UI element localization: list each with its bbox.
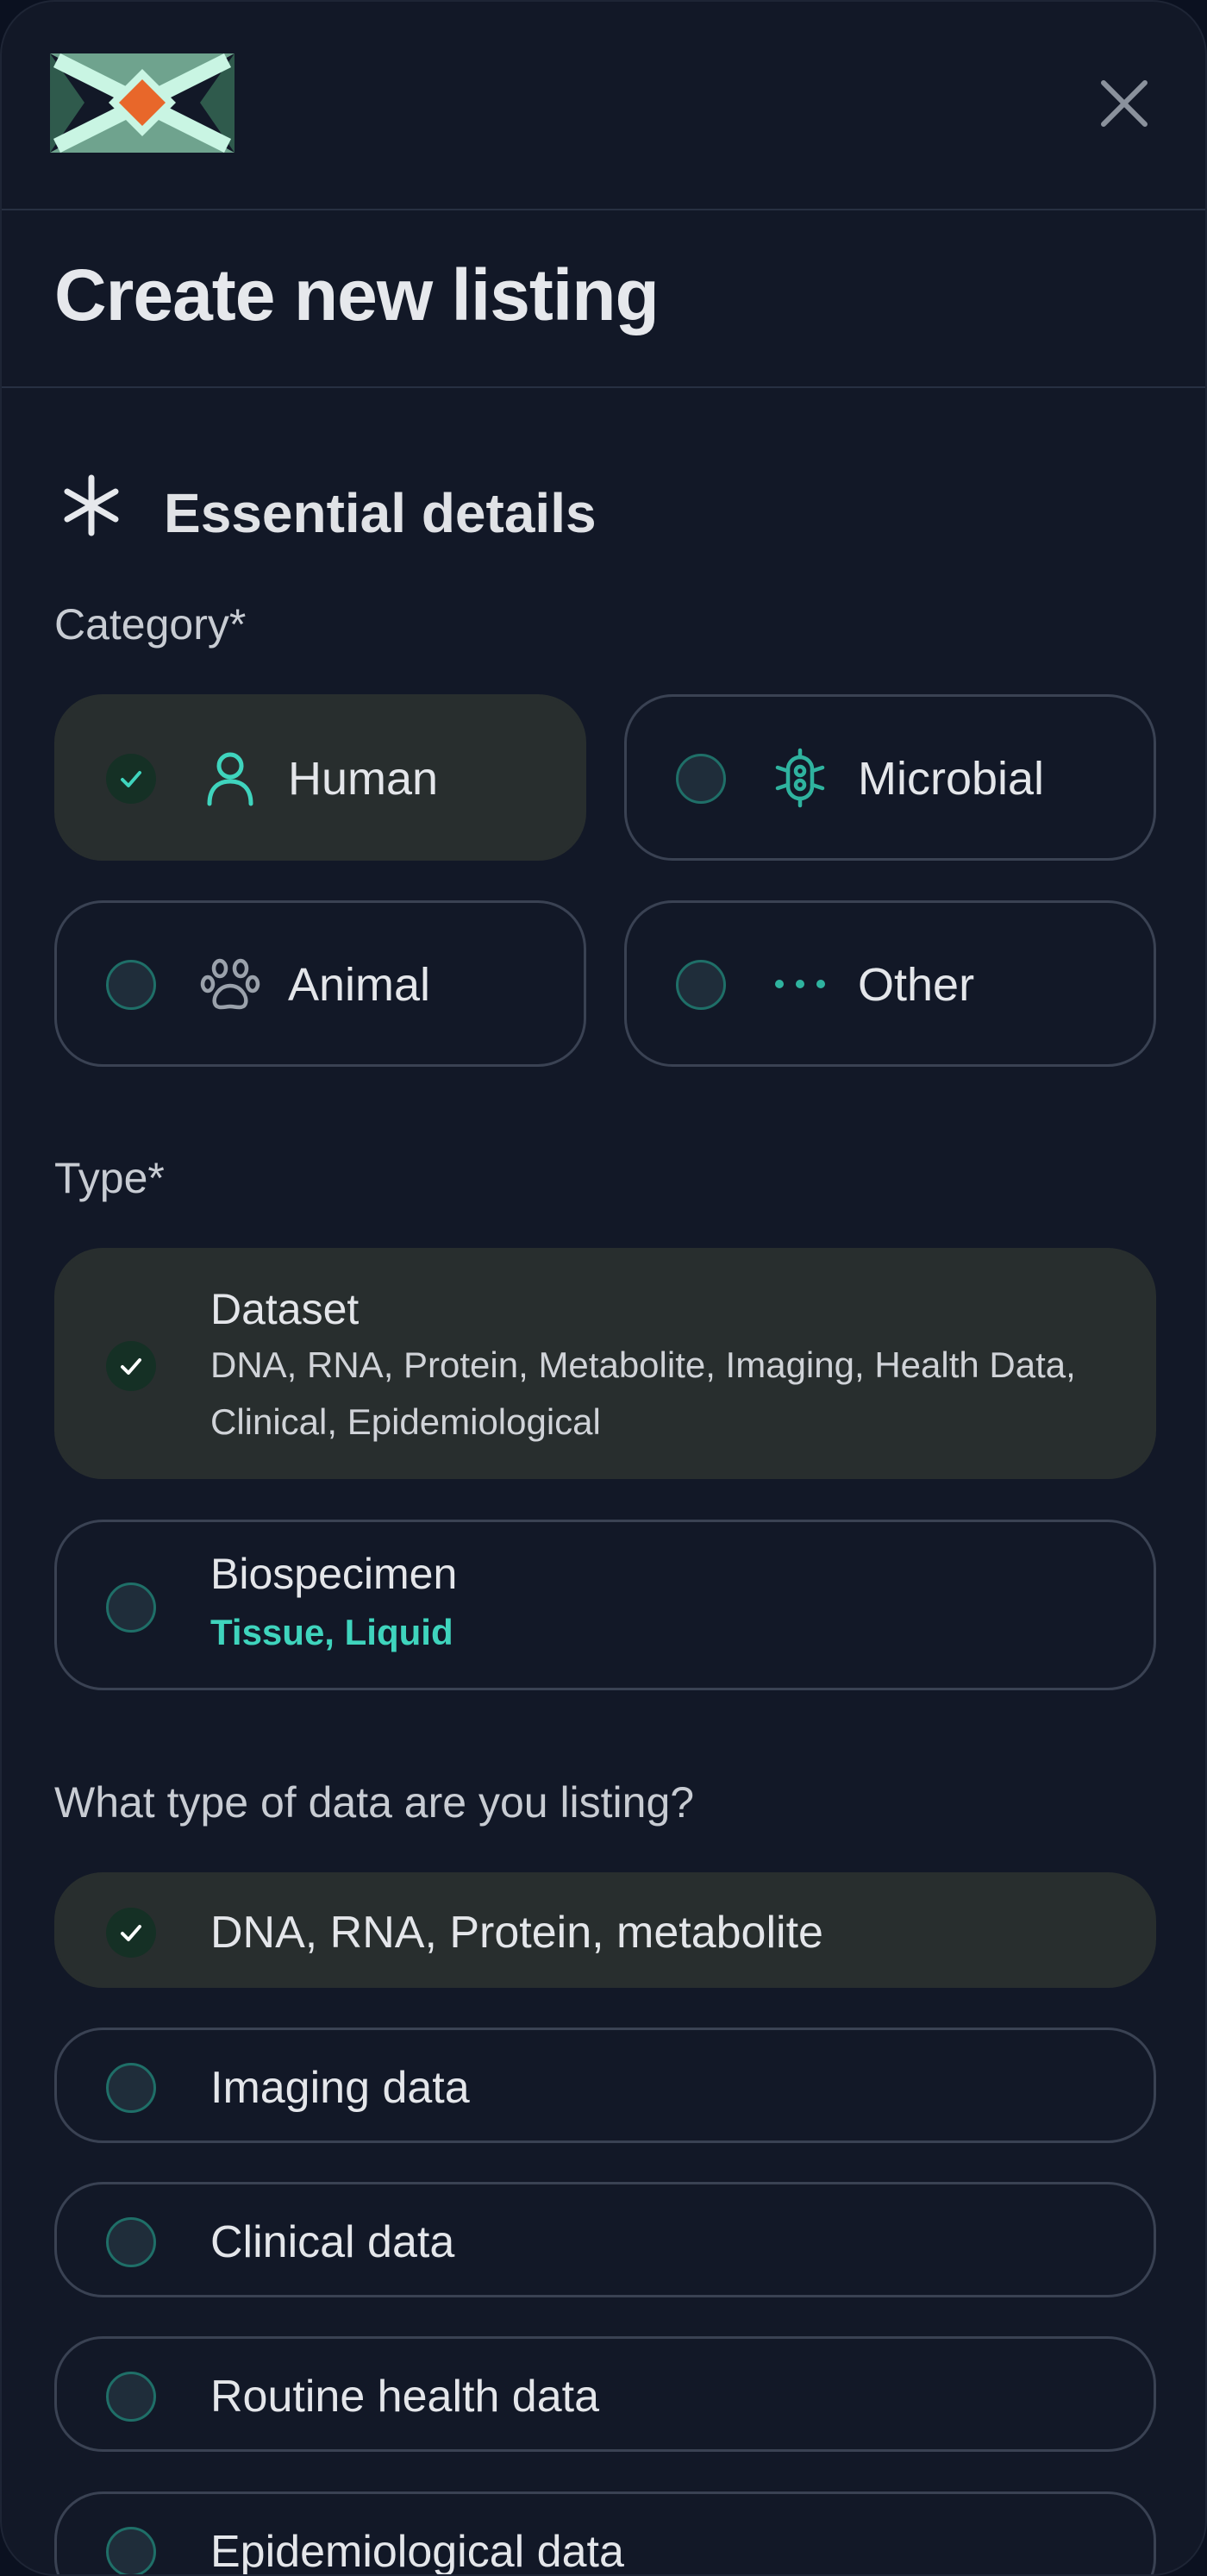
type-option-description: DNA, RNA, Protein, Metabolite, Imaging, …	[210, 1344, 1076, 1442]
data-type-option-imaging[interactable]: Imaging data	[54, 2028, 1156, 2143]
app-screen: Create new listing Essential details Cat…	[0, 0, 1207, 2576]
category-option-label: Human	[288, 753, 439, 805]
radio-checked-icon	[106, 754, 156, 804]
data-type-option-label: DNA, RNA, Protein, metabolite	[210, 1908, 823, 1958]
category-option-animal[interactable]: Animal	[54, 900, 586, 1067]
radio-unchecked-icon	[106, 2217, 156, 2267]
category-option-label: Microbial	[858, 753, 1045, 805]
category-option-label: Other	[858, 959, 975, 1011]
data-type-option-dna-rna-protein[interactable]: DNA, RNA, Protein, metabolite	[54, 1872, 1156, 1988]
close-icon	[1101, 80, 1148, 127]
radio-checked-icon	[106, 1908, 156, 1958]
category-option-microbial[interactable]: Microbial	[624, 694, 1156, 861]
checkmark-icon	[121, 771, 141, 787]
radio-unchecked-icon	[106, 2372, 156, 2422]
radio-checked-icon	[106, 1341, 156, 1391]
data-type-option-label: Imaging data	[210, 2063, 470, 2113]
radio-unchecked-icon	[106, 960, 156, 1010]
microbe-icon	[769, 747, 831, 809]
radio-unchecked-icon	[106, 2527, 156, 2574]
checkmark-icon	[121, 1358, 141, 1375]
type-option-biospecimen[interactable]: Biospecimen Tissue, Liquid	[54, 1520, 1156, 1690]
data-type-option-label: Routine health data	[210, 2372, 600, 2422]
type-option-title: Biospecimen	[210, 1550, 458, 1598]
type-option-dataset[interactable]: Dataset DNA, RNA, Protein, Metabolite, I…	[54, 1248, 1156, 1479]
radio-unchecked-icon	[106, 1583, 156, 1633]
type-option-title: Dataset	[210, 1285, 360, 1333]
person-icon	[199, 747, 261, 809]
category-option-other[interactable]: Other	[624, 900, 1156, 1067]
section-title: Essential details	[164, 482, 597, 544]
paw-icon	[199, 953, 261, 1015]
checkmark-icon	[121, 1925, 141, 1941]
close-button[interactable]	[1091, 71, 1157, 136]
data-type-option-label: Epidemiological data	[210, 2527, 624, 2576]
data-type-option-clinical[interactable]: Clinical data	[54, 2182, 1156, 2297]
data-type-label: What type of data are you listing?	[54, 1778, 695, 1827]
category-option-label: Animal	[288, 959, 431, 1011]
radio-unchecked-icon	[106, 2063, 156, 2113]
more-dots-icon	[769, 953, 831, 1015]
category-label: Category*	[54, 600, 247, 649]
asterisk-icon	[59, 473, 124, 538]
category-option-human[interactable]: Human	[54, 694, 586, 861]
radio-unchecked-icon	[676, 754, 726, 804]
radio-unchecked-icon	[676, 960, 726, 1010]
data-type-option-epidemiological[interactable]: Epidemiological data	[54, 2491, 1156, 2576]
type-option-description: Tissue, Liquid	[210, 1612, 453, 1652]
data-type-option-routine-health[interactable]: Routine health data	[54, 2336, 1156, 2452]
type-label: Type*	[54, 1154, 165, 1202]
diamond-x-logo-icon[interactable]	[50, 53, 235, 154]
data-type-option-label: Clinical data	[210, 2217, 455, 2267]
page-title: Create new listing	[54, 254, 660, 335]
